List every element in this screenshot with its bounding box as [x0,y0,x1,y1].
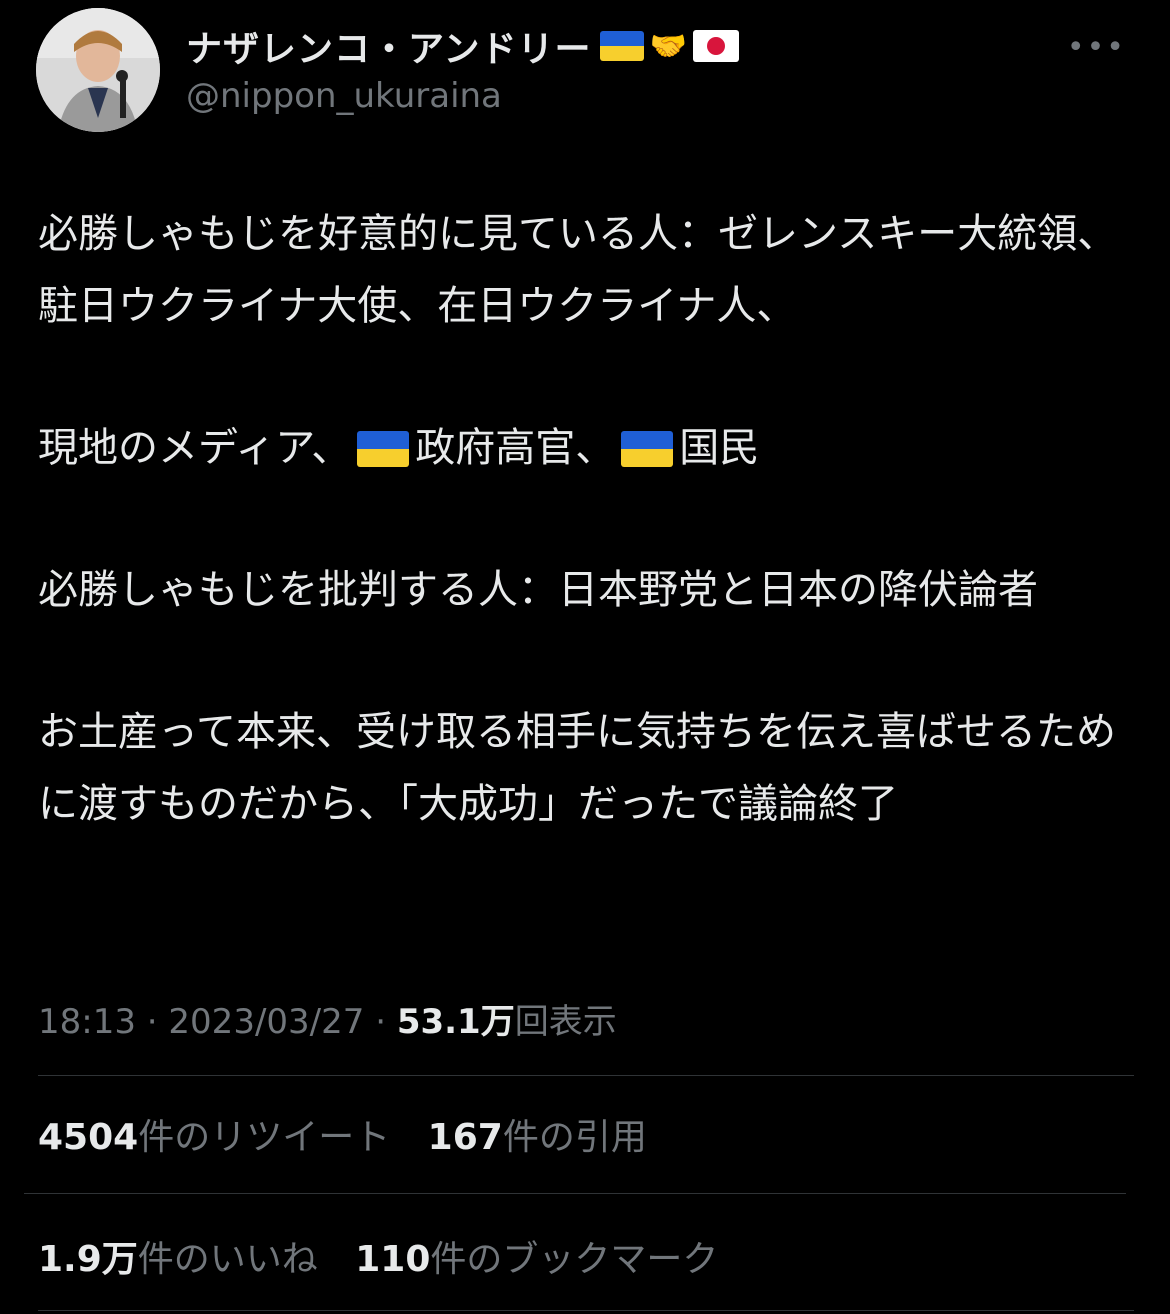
tweet-header: ナザレンコ・アンドリー 🤝 @nippon_ukuraina ••• [36,4,1134,134]
view-count: 53.1万 [396,1002,515,1042]
tweet-text-segment: 政府高官、 [415,425,616,471]
retweet-count: 4504 [38,1117,139,1158]
tweet-time[interactable]: 18:13 [38,1002,136,1042]
tweet-text-segment: 国民 [679,425,760,471]
tweet-paragraph-1: 必勝しゃもじを好意的に見ている人：ゼレンスキー大統領、駐日ウクライナ大使、在日ウ… [38,198,1128,342]
quote-count: 167 [427,1117,503,1158]
bookmark-count-label: 件のブックマーク [430,1239,719,1280]
more-options-icon[interactable]: ••• [1067,30,1126,65]
japan-flag-icon [692,30,739,62]
tweet-meta: 18:13 · 2023/03/27 · 53.1万回表示 [38,994,617,1043]
quote-count-link[interactable]: 167件の引用 [428,1117,647,1158]
ukraine-flag-icon [357,431,410,467]
view-count-label: 回表示 [514,1002,617,1042]
tweet-text: 必勝しゃもじを好意的に見ている人：ゼレンスキー大統領、駐日ウクライナ大使、在日ウ… [38,198,1128,910]
like-count-link[interactable]: 1.9万件のいいね [38,1239,318,1280]
retweet-count-link[interactable]: 4504件のリツイート [38,1117,390,1158]
like-count: 1.9万 [38,1239,138,1280]
ukraine-flag-icon [802,289,854,325]
meta-separator: · [375,1002,387,1042]
stats-row-shares: 4504件のリツイート 167件の引用 [38,1108,673,1160]
divider [24,1193,1126,1194]
bookmark-count-link[interactable]: 110件のブックマーク [355,1239,718,1280]
like-count-label: 件のいいね [137,1239,318,1280]
handshake-icon: 🤝 [649,28,687,64]
stats-row-likes: 1.9万件のいいね 110件のブックマーク [38,1230,744,1282]
ukraine-flag-icon [599,31,644,61]
ukraine-flag-icon [621,431,674,467]
tweet-text-segment: 必勝しゃもじを好意的に見ている人：ゼレンスキー大統領、駐日ウクライナ大使、在日ウ… [38,211,1118,329]
tweet-text-segment: 現地のメディア、 [38,425,352,471]
author-emoji-group: 🤝 [596,29,739,64]
quote-count-label: 件の引用 [502,1117,647,1158]
retweet-count-label: 件のリツイート [138,1117,391,1158]
bookmark-count: 110 [355,1239,431,1280]
meta-separator: · [146,1002,158,1042]
author-handle[interactable]: @nippon_ukuraina [186,76,502,116]
divider [38,1075,1134,1076]
avatar[interactable] [36,8,160,132]
author-name-row[interactable]: ナザレンコ・アンドリー 🤝 [186,20,739,72]
author-display-name[interactable]: ナザレンコ・アンドリー [186,20,592,72]
tweet-paragraph-3: お土産って本来、受け取る相手に気持ちを伝え喜ばせるために渡すものだから、「大成功… [38,709,1116,827]
tweet-date[interactable]: 2023/03/27 [168,1002,364,1042]
divider [38,1310,1134,1311]
tweet-paragraph-2: 必勝しゃもじを批判する人：日本野党と日本の降伏論者 [38,567,1038,613]
